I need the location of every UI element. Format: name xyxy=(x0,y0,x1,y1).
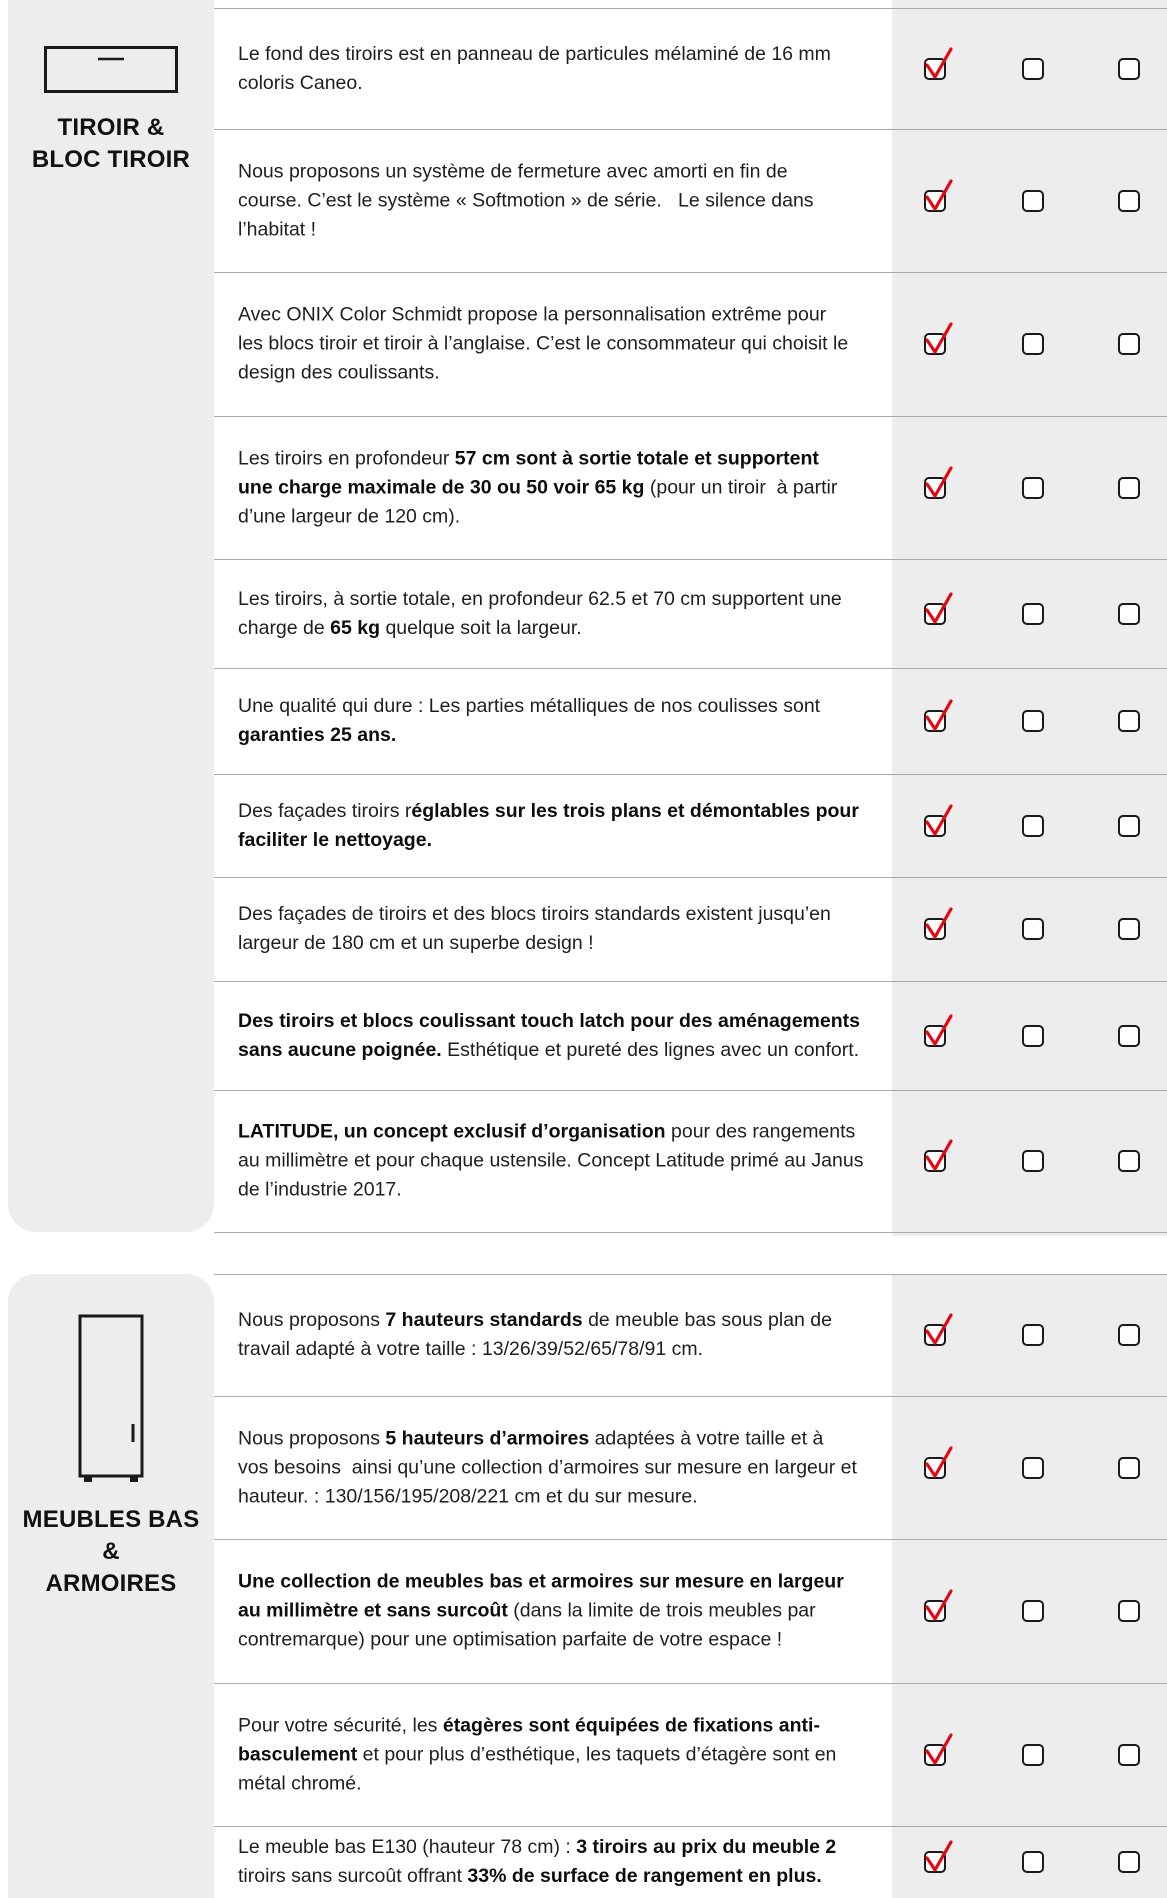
section-meubles: MEUBLES BAS & ARMOIRES Nous proposons 7 … xyxy=(0,1274,1167,1898)
checkbox-empty[interactable] xyxy=(1118,814,1140,837)
checkbox-empty[interactable] xyxy=(1118,602,1140,625)
drawer-icon xyxy=(44,46,178,93)
table-row: Une qualité qui dure : Les parties métal… xyxy=(214,668,1167,775)
checkmark-icon xyxy=(925,1732,953,1765)
checkbox-empty[interactable] xyxy=(1118,1324,1140,1346)
feature-description: Nous proposons 5 hauteurs d’armoires ada… xyxy=(238,1427,857,1507)
feature-description: LATITUDE, un concept exclusif d’organisa… xyxy=(238,1120,864,1201)
checkbox-empty[interactable] xyxy=(1022,1600,1044,1622)
feature-description: Une qualité qui dure : Les parties métal… xyxy=(238,695,821,746)
table-row: Avec ONIX Color Schmidt propose la perso… xyxy=(214,272,1167,417)
checkbox-checked[interactable] xyxy=(924,465,953,499)
checkbox-empty[interactable] xyxy=(1022,1743,1044,1766)
feature-description: Des tiroirs et blocs coulissant touch la… xyxy=(238,1009,860,1061)
feature-description: Les tiroirs, à sortie totale, en profond… xyxy=(238,587,842,639)
checkbox-checked[interactable] xyxy=(924,1313,953,1346)
checkbox-checked[interactable] xyxy=(924,1445,953,1479)
checkbox-empty[interactable] xyxy=(1022,1851,1044,1873)
checkbox-empty[interactable] xyxy=(1022,189,1044,212)
table-row: Nous proposons 5 hauteurs d’armoires ada… xyxy=(214,1396,1167,1540)
feature-description: Les tiroirs en profondeur 57 cm sont à s… xyxy=(238,447,838,527)
checkbox-checked[interactable] xyxy=(924,907,953,940)
feature-description: Le meuble bas E130 (hauteur 78 cm) : 3 t… xyxy=(238,1836,837,1887)
checkbox-checked[interactable] xyxy=(924,699,953,732)
checkbox-empty[interactable] xyxy=(1118,1851,1140,1873)
checkbox-empty[interactable] xyxy=(1118,476,1140,499)
checkbox-checked[interactable] xyxy=(924,1589,953,1622)
checkmark-icon xyxy=(925,46,953,79)
checkbox-empty[interactable] xyxy=(1118,1743,1140,1766)
table-row: Nous proposons un système de fermeture a… xyxy=(214,129,1167,273)
checkmark-icon xyxy=(925,907,953,939)
checkmark-icon xyxy=(925,465,953,498)
checkbox-empty[interactable] xyxy=(1022,602,1044,625)
feature-description: Le fond des tiroirs est en panneau de pa… xyxy=(238,42,831,94)
checkbox-empty[interactable] xyxy=(1022,1024,1044,1047)
checkbox-empty[interactable] xyxy=(1022,814,1044,837)
checkmark-icon xyxy=(925,1013,953,1046)
category-panel-tiroir: TIROIR & BLOC TIROIR xyxy=(8,0,214,1232)
checkbox-empty[interactable] xyxy=(1022,1150,1044,1172)
checkbox-empty[interactable] xyxy=(1022,333,1044,355)
checkbox-checked[interactable] xyxy=(924,178,953,212)
checkbox-empty[interactable] xyxy=(1118,333,1140,355)
checkmark-icon xyxy=(925,1840,953,1872)
table-row: Des façades de tiroirs et des blocs tiro… xyxy=(214,877,1167,982)
checkbox-empty[interactable] xyxy=(1022,1324,1044,1346)
feature-description: Nous proposons 7 hauteurs standards de m… xyxy=(238,1309,832,1360)
feature-description: Avec ONIX Color Schmidt propose la perso… xyxy=(238,303,849,384)
checkbox-empty[interactable] xyxy=(1022,710,1044,732)
cabinet-icon xyxy=(78,1314,144,1482)
checkmark-icon xyxy=(925,1313,953,1345)
checkbox-checked[interactable] xyxy=(924,322,953,355)
checkbox-checked[interactable] xyxy=(924,1840,953,1873)
checkbox-empty[interactable] xyxy=(1118,710,1140,732)
table-row: Les tiroirs, à sortie totale, en profond… xyxy=(214,559,1167,669)
checkbox-empty[interactable] xyxy=(1118,1456,1140,1479)
checkmark-icon xyxy=(925,1139,953,1171)
checkmark-icon xyxy=(925,322,953,354)
checkmark-icon xyxy=(925,591,953,624)
checkmark-icon xyxy=(925,178,953,211)
table-row: Une collection de meubles bas et armoire… xyxy=(214,1539,1167,1684)
checkbox-checked[interactable] xyxy=(924,591,953,625)
table-row: Le fond des tiroirs est en panneau de pa… xyxy=(214,8,1167,130)
checkbox-empty[interactable] xyxy=(1022,57,1044,80)
checkbox-empty[interactable] xyxy=(1118,189,1140,212)
feature-description: Pour votre sécurité, les étagères sont é… xyxy=(238,1714,837,1794)
category-panel-meubles: MEUBLES BAS & ARMOIRES xyxy=(8,1274,214,1898)
checkbox-empty[interactable] xyxy=(1118,1600,1140,1622)
feature-description: Une collection de meubles bas et armoire… xyxy=(238,1570,844,1651)
checkbox-empty[interactable] xyxy=(1022,1456,1044,1479)
section-tiroir: TIROIR & BLOC TIROIR Le fond des tiroirs… xyxy=(0,0,1167,1236)
category-title: TIROIR & BLOC TIROIR xyxy=(31,114,191,173)
table-row: LATITUDE, un concept exclusif d’organisa… xyxy=(214,1090,1167,1233)
table-row: Le meuble bas E130 (hauteur 78 cm) : 3 t… xyxy=(214,1826,1167,1898)
feature-description: Des façades de tiroirs et des blocs tiro… xyxy=(238,903,831,954)
checkbox-empty[interactable] xyxy=(1118,1150,1140,1172)
table-row: Pour votre sécurité, les étagères sont é… xyxy=(214,1683,1167,1827)
checkbox-checked[interactable] xyxy=(924,1013,953,1047)
checkbox-empty[interactable] xyxy=(1118,57,1140,80)
table-row: Des tiroirs et blocs coulissant touch la… xyxy=(214,981,1167,1091)
checkmark-icon xyxy=(925,1445,953,1478)
category-title: MEUBLES BAS & ARMOIRES xyxy=(22,1506,200,1597)
feature-description: Nous proposons un système de fermeture a… xyxy=(238,160,814,240)
feature-description: Des façades tiroirs réglables sur les tr… xyxy=(238,799,859,851)
checkbox-empty[interactable] xyxy=(1022,918,1044,940)
checkbox-checked[interactable] xyxy=(924,803,953,837)
table-row: Les tiroirs en profondeur 57 cm sont à s… xyxy=(214,416,1167,560)
checkbox-empty[interactable] xyxy=(1118,1024,1140,1047)
checkbox-empty[interactable] xyxy=(1022,476,1044,499)
checkbox-checked[interactable] xyxy=(924,1139,953,1172)
table-row: Des façades tiroirs réglables sur les tr… xyxy=(214,774,1167,878)
checkmark-icon xyxy=(925,803,953,836)
checkbox-empty[interactable] xyxy=(1118,918,1140,940)
checkbox-checked[interactable] xyxy=(924,1732,953,1766)
table-row: Nous proposons 7 hauteurs standards de m… xyxy=(214,1274,1167,1397)
checkbox-checked[interactable] xyxy=(924,46,953,80)
checkmark-icon xyxy=(925,699,953,731)
checkmark-icon xyxy=(925,1589,953,1621)
